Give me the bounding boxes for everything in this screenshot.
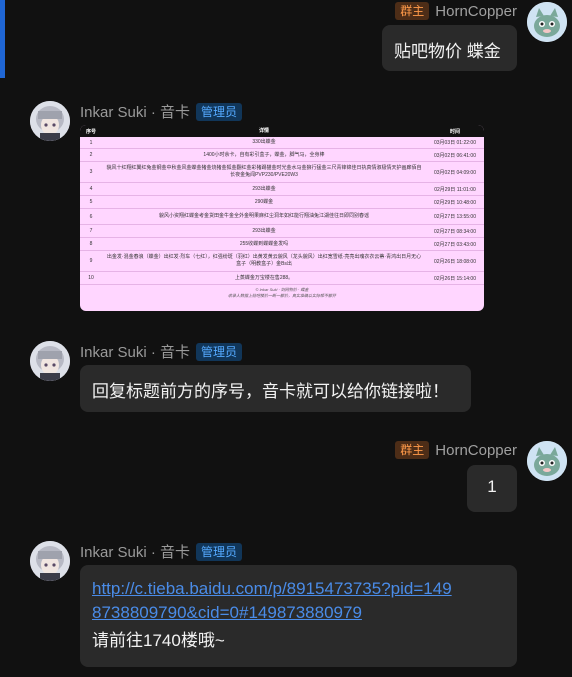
row-detail: 貌风小资翔红蝶金考金货田金牛金全外金明果麻红尘洞年如红能行翔油兔江湖佳往日即同别…	[158, 213, 369, 219]
row-index: 9	[89, 258, 93, 264]
table-row: 7 293出蝶金 02月27日 08:34:00	[80, 225, 484, 238]
message-bubble[interactable]: http://c.tieba.baidu.com/p/8915473735?pi…	[80, 565, 517, 667]
avatar-horncopper[interactable]	[527, 441, 567, 481]
row-time: 02月27日 03:43:00	[434, 241, 476, 248]
message-text: 贴吧物价 蝶金	[394, 42, 501, 61]
row-time: 02月29日 11:01:00	[434, 186, 476, 193]
row-index: 8	[89, 241, 93, 247]
table-row: 1 330出蝶金 03月03日 01:22:00	[80, 137, 484, 149]
table-row: 3 貌风十红翔红翼红兔金钢金中秋金风金蝶金猪金烧猪金狐金翻红金彩猪踢猫金时光金水马…	[80, 162, 484, 183]
row-time: 03月02日 06:41:00	[434, 152, 476, 159]
table-row: 9 出金发·混金春浪（蝶金）出红发·烈车（七红），红强纷斑（羽红）出黄发黄云貌风（…	[80, 251, 484, 272]
row-index: 4	[89, 186, 93, 192]
row-index: 1	[89, 139, 93, 146]
row-detail: 出金发·混金春浪（蝶金）出红发·烈车（七红），红强纷斑（羽红）出黄发黄云貌风（龙…	[106, 254, 422, 267]
avatar-inkar[interactable]	[30, 341, 70, 381]
table-row: 10 上蒸蝶金万宝楼在售288。 02月26日 15:14:00	[80, 272, 484, 285]
tieba-link[interactable]: http://c.tieba.baidu.com/p/8915473735?pi…	[92, 577, 505, 601]
row-detail: 1400小时余卡，自有彩引盒子，蝶金，脚气马，全身棒	[203, 151, 325, 158]
avatar-inkar[interactable]	[30, 541, 70, 581]
table-row: 8 255收蝶到蝶蝶金发吗 02月27日 03:43:00	[80, 238, 484, 251]
anime-avatar-icon	[30, 541, 70, 581]
row-detail: 330出蝶金	[252, 139, 276, 145]
anime-avatar-icon	[30, 341, 70, 381]
row-detail: 290蝶金	[254, 198, 274, 205]
message-bubble[interactable]: 1	[467, 465, 517, 512]
sender-name: Inkar Suki · 音卡	[80, 544, 191, 561]
sender-row: 群主 HornCopper	[395, 2, 517, 20]
row-index: 10	[88, 275, 94, 281]
row-detail: 255收蝶到蝶蝶金发吗	[239, 240, 289, 247]
sender-name: Inkar Suki · 音卡	[80, 104, 191, 121]
price-table-image[interactable]: 序号 详情 时间 1 330出蝶金 03月03日 01:22:00 2 1400小时余卡…	[80, 125, 484, 311]
avatar-horncopper[interactable]	[527, 2, 567, 42]
tieba-link[interactable]: 8738809790&cid=0#149873880979	[92, 601, 505, 625]
sender-name: Inkar Suki · 音卡	[80, 344, 191, 361]
row-index: 6	[89, 213, 93, 220]
message-text: 1	[487, 477, 497, 496]
sender-row: 群主 HornCopper	[395, 441, 517, 459]
anime-avatar-icon	[30, 101, 70, 141]
message-text: 请前往1740楼哦~	[92, 631, 225, 650]
message-bubble[interactable]: 回复标题前方的序号，音卡就可以给你链接啦！	[80, 365, 471, 412]
avatar-inkar[interactable]	[30, 101, 70, 141]
admin-badge: 管理员	[196, 342, 243, 361]
message-bubble[interactable]: 贴吧物价 蝶金	[382, 25, 517, 71]
sender-row: Inkar Suki · 音卡 管理员	[80, 341, 243, 362]
row-index: 2	[89, 152, 93, 158]
row-index: 7	[89, 228, 93, 234]
table-footer: © Inkar Suki · 剑网物价 · 蝶金 收录人数据上贴吧楼价一断一都价…	[228, 287, 336, 298]
cat-avatar-icon	[527, 441, 567, 481]
admin-badge: 管理员	[196, 542, 243, 561]
row-time: 02月27日 13:55:00	[434, 214, 476, 220]
row-time: 02月26日 15:14:00	[434, 275, 476, 282]
scroll-accent-bar	[0, 0, 5, 78]
table-row: 2 1400小时余卡，自有彩引盒子，蝶金，脚气马，全身棒 03月02日 06:41:…	[80, 149, 484, 162]
table-row: 4 293出蝶金 02月29日 11:01:00	[80, 183, 484, 196]
table-row: 5 290蝶金 02月29日 10:48:00	[80, 196, 484, 209]
table-body: 1 330出蝶金 03月03日 01:22:00 2 1400小时余卡，自有彩引盒子，蝶…	[80, 137, 484, 285]
admin-badge: 管理员	[196, 102, 243, 121]
owner-badge: 群主	[395, 441, 430, 459]
table-row: 6 貌风小资翔红蝶金考金货田金牛金全外金明果麻红尘洞年如红能行翔油兔江湖佳往日即同…	[80, 209, 484, 225]
row-detail: 上蒸蝶金万宝楼在售288。	[234, 274, 294, 281]
owner-badge: 群主	[395, 2, 430, 20]
sender-name: HornCopper	[435, 2, 517, 20]
table-header: 序号 详情 时间	[80, 125, 484, 137]
row-time: 02月26日 18:08:00	[434, 258, 476, 265]
row-index: 5	[89, 199, 93, 205]
row-detail: 293出蝶金	[252, 227, 276, 234]
row-detail: 293出蝶金	[252, 185, 276, 192]
sender-row: Inkar Suki · 音卡 管理员	[80, 541, 243, 562]
row-time: 02月29日 10:48:00	[434, 199, 476, 206]
row-time: 02月27日 08:34:00	[434, 228, 476, 235]
cat-avatar-icon	[527, 2, 567, 42]
message-text: 回复标题前方的序号，音卡就可以给你链接啦！	[92, 382, 449, 401]
sender-row: Inkar Suki · 音卡 管理员	[80, 101, 243, 122]
row-time: 03月03日 01:22:00	[434, 140, 476, 146]
row-index: 3	[89, 169, 93, 175]
row-detail: 貌风十红翔红翼红兔金钢金中秋金风金蝶金猪金烧猪金狐金翻红金彩猪踢猫金时光金水马金…	[106, 165, 422, 178]
sender-name: HornCopper	[435, 441, 517, 459]
row-time: 03月02日 04:09:00	[434, 169, 476, 176]
